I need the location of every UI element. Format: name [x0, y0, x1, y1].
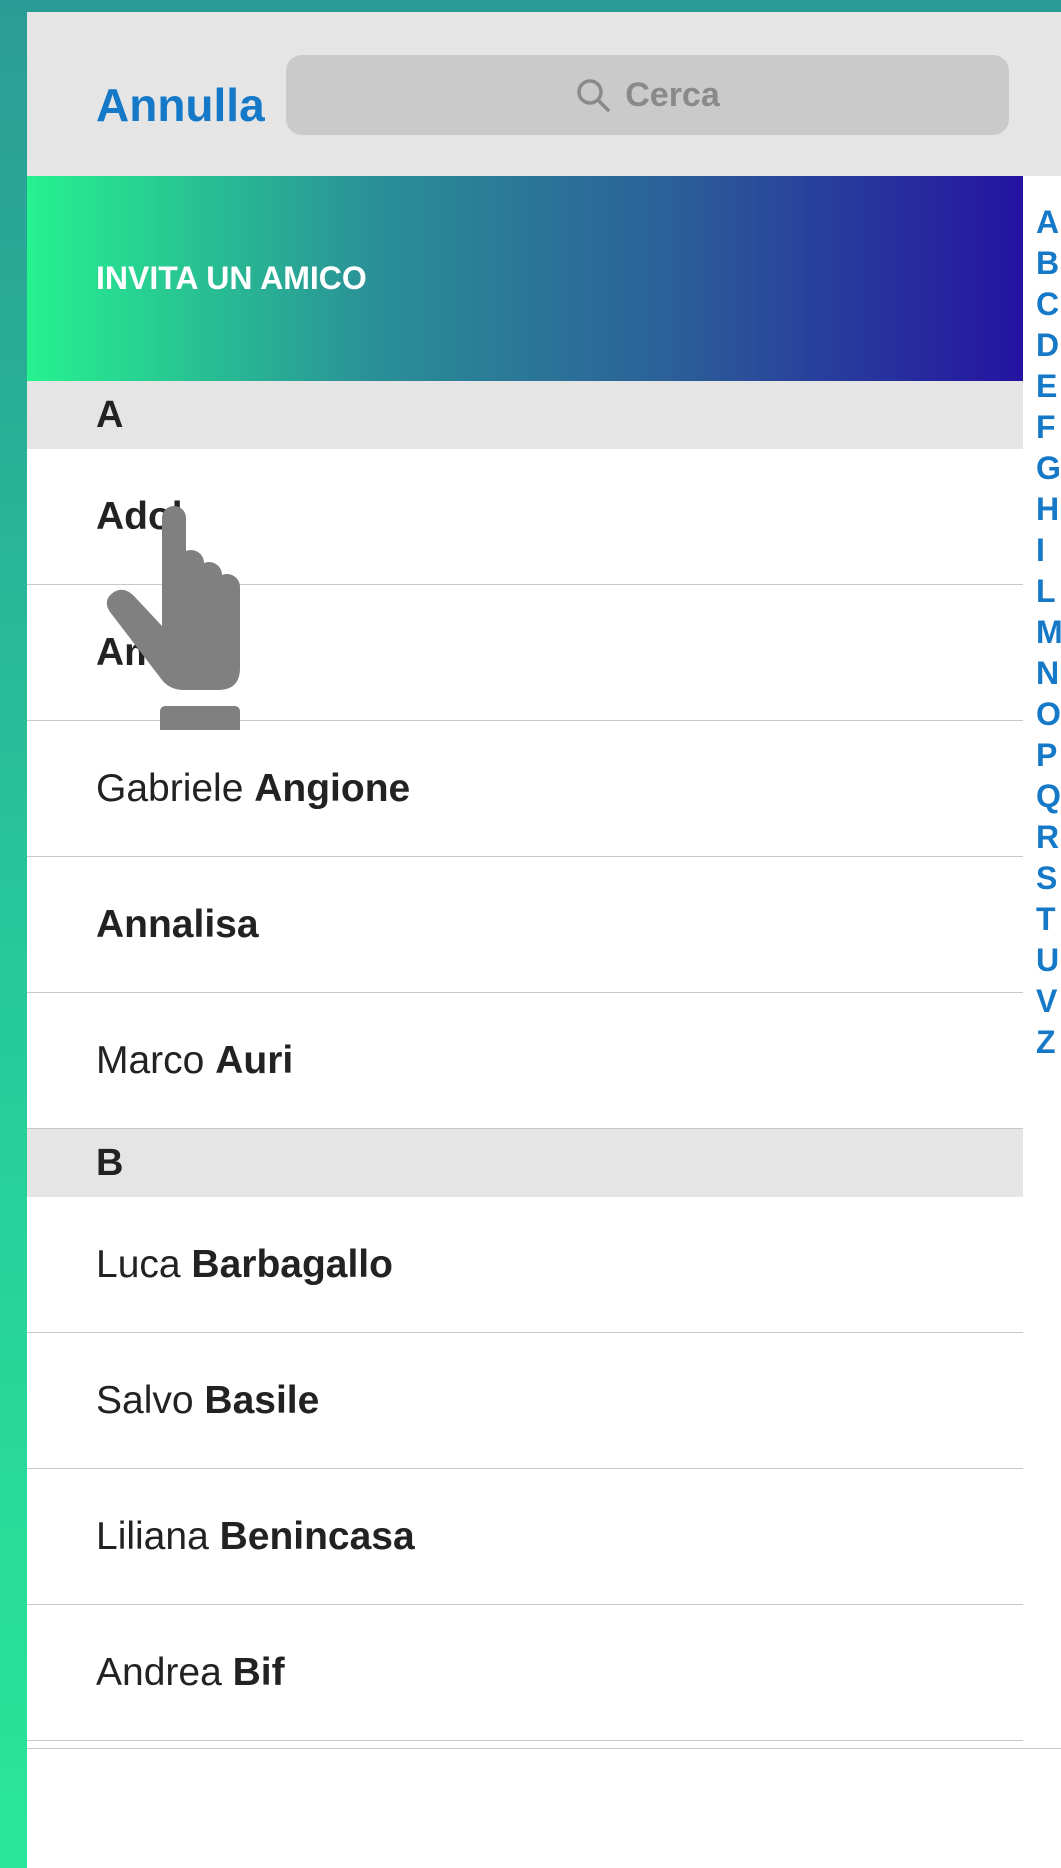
index-letter[interactable]: O — [1036, 694, 1061, 735]
alphabet-index: ABCDEFGHILMNOPQRSTUVZ — [1036, 202, 1061, 1063]
contact-row[interactable]: Amore — [27, 585, 1023, 721]
contact-last-name: Barbagallo — [191, 1243, 393, 1286]
contact-last-name: Basile — [204, 1379, 320, 1422]
index-letter[interactable]: E — [1036, 366, 1061, 407]
contact-last-name: Angione — [254, 767, 411, 810]
index-letter[interactable]: U — [1036, 940, 1061, 981]
contact-row[interactable]: Gabriele Angione — [27, 721, 1023, 857]
contact-last-name: Bif — [232, 1651, 285, 1694]
index-letter[interactable]: I — [1036, 530, 1061, 571]
index-letter[interactable]: V — [1036, 981, 1061, 1022]
contact-first-name: Liliana — [96, 1515, 220, 1558]
contact-last-name: Benincasa — [219, 1515, 415, 1558]
index-letter[interactable]: M — [1036, 612, 1061, 653]
contact-list: A Adol Amore Gabriele Angione Annalisa Marco … — [27, 381, 1023, 1741]
contact-last-name: Annalisa — [96, 903, 259, 946]
contact-first-name: Luca — [96, 1243, 192, 1286]
contact-row[interactable]: Andrea Bif — [27, 1605, 1023, 1741]
contact-row[interactable]: Adol — [27, 449, 1023, 585]
index-letter[interactable]: C — [1036, 284, 1061, 325]
index-letter[interactable]: S — [1036, 858, 1061, 899]
invite-friend-banner[interactable]: INVITA UN AMICO — [27, 176, 1023, 381]
section-header: B — [27, 1129, 1023, 1197]
contact-first-name: Andrea — [96, 1651, 233, 1694]
contacts-panel: Annulla Cerca INVITA UN AMICO A Adol Amore… — [27, 12, 1061, 1868]
search-placeholder: Cerca — [625, 75, 720, 114]
cancel-button[interactable]: Annulla — [96, 64, 265, 146]
index-letter[interactable]: L — [1036, 571, 1061, 612]
contact-last-name: Adol — [96, 495, 183, 538]
index-letter[interactable]: P — [1036, 735, 1061, 776]
contact-first-name: Salvo — [96, 1379, 205, 1422]
index-letter[interactable]: F — [1036, 407, 1061, 448]
contact-row[interactable]: Liliana Benincasa — [27, 1469, 1023, 1605]
contact-first-name: Marco — [96, 1039, 216, 1082]
header-bar: Annulla Cerca — [27, 12, 1061, 176]
list-end-divider — [27, 1748, 1061, 1749]
index-letter[interactable]: A — [1036, 202, 1061, 243]
index-letter[interactable]: D — [1036, 325, 1061, 366]
index-letter[interactable]: N — [1036, 653, 1061, 694]
index-letter[interactable]: G — [1036, 448, 1061, 489]
search-icon — [577, 79, 610, 112]
contact-last-name: Auri — [215, 1039, 294, 1082]
index-letter[interactable]: Z — [1036, 1022, 1061, 1063]
index-letter[interactable]: T — [1036, 899, 1061, 940]
contact-row[interactable]: Luca Barbagallo — [27, 1197, 1023, 1333]
index-letter[interactable]: Q — [1036, 776, 1061, 817]
search-input[interactable]: Cerca — [286, 55, 1009, 135]
index-letter[interactable]: B — [1036, 243, 1061, 284]
index-letter[interactable]: R — [1036, 817, 1061, 858]
contact-first-name: Gabriele — [96, 767, 255, 810]
contact-row[interactable]: Salvo Basile — [27, 1333, 1023, 1469]
contact-last-name: Amore — [96, 631, 220, 674]
index-letter[interactable]: H — [1036, 489, 1061, 530]
section-header: A — [27, 381, 1023, 449]
contact-row[interactable]: Marco Auri — [27, 993, 1023, 1129]
invite-friend-label: INVITA UN AMICO — [96, 260, 367, 296]
contact-row[interactable]: Annalisa — [27, 857, 1023, 993]
